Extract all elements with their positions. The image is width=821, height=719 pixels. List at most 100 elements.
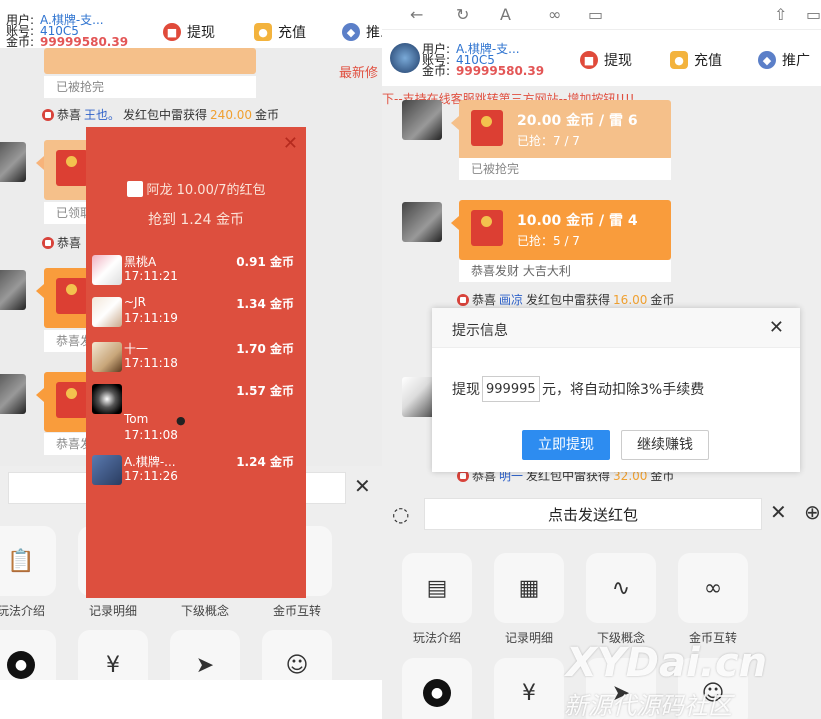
red-envelope-icon bbox=[126, 181, 143, 197]
withdraw-amount-input[interactable] bbox=[482, 376, 540, 402]
person-icon: ◆ bbox=[342, 23, 360, 41]
red-envelope-icon bbox=[471, 110, 503, 146]
rules-button[interactable]: 📋 bbox=[0, 526, 56, 596]
red-packet-detail-modal: ✕ 阿龙 10.00/7的红包 抢到 1.24 金币 黑桃A 17:11:21 … bbox=[86, 127, 306, 598]
records-button[interactable]: ▦ bbox=[494, 553, 564, 623]
promote-button[interactable]: ◆ 推广 bbox=[758, 50, 810, 70]
chat-icon[interactable]: ◌ bbox=[392, 502, 409, 526]
browser-toolbar: ← ↻ A ∞ ▭ ⇧ ▭ bbox=[382, 0, 821, 30]
continue-earning-button[interactable]: 继续赚钱 bbox=[621, 430, 709, 460]
transfer-icon: ∞ bbox=[703, 575, 723, 601]
avatar[interactable] bbox=[0, 374, 26, 414]
user-avatar[interactable] bbox=[390, 43, 420, 73]
send-redpacket-input[interactable]: 点击发送红包 bbox=[424, 498, 762, 530]
header-bar: 用户: A.棋牌-支... 账号: 410C5 金币: 99999580.39 ■ 提现… bbox=[0, 0, 382, 48]
avatar[interactable] bbox=[402, 202, 442, 242]
red-envelope-icon bbox=[471, 210, 503, 246]
close-icon[interactable]: ✕ bbox=[769, 317, 784, 338]
input-bar: ◌ 点击发送红包 ✕ ⊕ bbox=[382, 492, 821, 536]
coins-icon: ● bbox=[254, 23, 272, 41]
records-icon: ▦ bbox=[518, 575, 540, 601]
pulse-icon: ∿ bbox=[611, 575, 631, 601]
withdraw-button[interactable]: ■ 提现 bbox=[163, 22, 215, 42]
system-message: 恭喜 画凉 发红包中雷获得 16.00 金币 bbox=[457, 291, 674, 308]
tools-icon[interactable]: ✕ bbox=[770, 500, 787, 524]
envelope-icon bbox=[42, 236, 54, 249]
header-bar: 用户: A.棋牌-支... 账号: 410C5 金币: 99999580.39 ■ 提现… bbox=[382, 30, 821, 86]
avatar[interactable] bbox=[0, 270, 26, 310]
grab-record-row: 十一 17:11:18 1.70 金币 bbox=[92, 342, 300, 384]
rules-button[interactable]: ▤ bbox=[402, 553, 472, 623]
promote-button[interactable]: ◆推. bbox=[342, 22, 382, 42]
recharge-button[interactable]: ● 充值 bbox=[254, 22, 306, 42]
plus-icon[interactable]: ⊕ bbox=[804, 500, 821, 524]
red-packet[interactable] bbox=[44, 48, 256, 74]
wechat-icon: ● bbox=[423, 679, 451, 707]
red-envelope-icon bbox=[56, 150, 88, 186]
withdraw-icon: ■ bbox=[580, 51, 598, 69]
grab-record-row: A.棋牌-... 17:11:26 1.24 金币 bbox=[92, 455, 300, 497]
grab-record-row: Tom 17:11:08 1.57 金币 ● bbox=[92, 384, 300, 442]
red-envelope-icon bbox=[56, 382, 88, 418]
yuan-icon: ¥ bbox=[106, 652, 120, 678]
red-envelope-icon bbox=[56, 278, 88, 314]
red-packet-footer: 已被抢完 bbox=[44, 76, 256, 98]
red-packet[interactable]: 20.00 金币 / 雷 6 已抢：7 / 7 bbox=[451, 100, 671, 160]
person-icon: ◆ bbox=[758, 51, 776, 69]
wechat-icon: ● bbox=[7, 651, 35, 679]
transfer-button[interactable]: ∞ bbox=[678, 553, 748, 623]
yuan-icon: ¥ bbox=[522, 680, 536, 706]
clipboard-icon: ▤ bbox=[426, 575, 448, 601]
avatar bbox=[92, 297, 122, 327]
dialog-body: 提现 元，将自动扣除3%手续费 bbox=[452, 376, 704, 402]
grab-record-row: 黑桃A 17:11:21 0.91 金币 bbox=[92, 255, 300, 297]
clipboard-icon: 📋 bbox=[7, 548, 35, 574]
avatar bbox=[92, 255, 122, 285]
red-packet[interactable]: 10.00 金币 / 雷 4 已抢：5 / 7 bbox=[451, 200, 671, 260]
avatar[interactable] bbox=[0, 142, 26, 182]
account-info: 用户: A.棋牌-支... 账号: 410C5 金币: 99999580.39 bbox=[6, 13, 129, 49]
smile-icon: ☺ bbox=[285, 652, 309, 678]
yuan-button[interactable]: ¥ bbox=[494, 658, 564, 719]
avatar bbox=[92, 384, 122, 414]
grab-record-row: ~JR 17:11:19 1.34 金币 bbox=[92, 295, 300, 339]
paper-plane-icon: ➤ bbox=[195, 652, 215, 678]
refresh-icon[interactable]: ↻ bbox=[456, 5, 469, 24]
account-info: 用户: A.棋牌-支... 账号: 410C5 金币: 99999580.39 bbox=[422, 42, 545, 78]
wechat-button[interactable]: ● bbox=[402, 658, 472, 719]
system-message: 恭喜 王也。 发红包中雷获得 240.00 金币 bbox=[42, 106, 279, 123]
avatar bbox=[92, 455, 122, 485]
close-icon[interactable]: ✕ bbox=[283, 133, 298, 154]
envelope-icon bbox=[42, 108, 54, 121]
red-packet-footer: 恭喜发财 大吉大利 bbox=[459, 260, 671, 282]
system-message: 恭喜 bbox=[42, 234, 81, 251]
bottom-blank bbox=[0, 680, 382, 719]
share-icon[interactable]: ⇧ bbox=[774, 5, 787, 24]
text-size-icon[interactable]: A bbox=[500, 5, 511, 24]
coins-icon: ● bbox=[670, 51, 688, 69]
menu-icon[interactable]: ▭ bbox=[806, 5, 821, 24]
watermark-text: 新源代源码社区 bbox=[564, 692, 732, 719]
red-packet-title: 阿龙 10.00/7的红包 bbox=[86, 179, 306, 198]
withdraw-now-button[interactable]: 立即提现 bbox=[522, 430, 610, 460]
left-screen: 用户: A.棋牌-支... 账号: 410C5 金币: 99999580.39 ■ 提现… bbox=[0, 0, 382, 719]
back-icon[interactable]: ← bbox=[410, 5, 423, 24]
dialog-title: 提示信息 bbox=[452, 323, 508, 339]
recharge-button[interactable]: ● 充值 bbox=[670, 50, 722, 70]
bookmark-icon[interactable]: ▭ bbox=[588, 5, 603, 24]
link-icon[interactable]: ∞ bbox=[548, 5, 561, 24]
withdraw-icon: ■ bbox=[163, 23, 181, 41]
marquee-text: 最新修 bbox=[339, 66, 379, 81]
tools-icon[interactable]: ✕ bbox=[354, 474, 371, 498]
right-screen: ← ↻ A ∞ ▭ ⇧ ▭ 用户: A.棋牌-支... 账号: 410C5 金币: 9… bbox=[382, 0, 821, 719]
bomb-icon: ● bbox=[176, 414, 186, 427]
withdraw-button[interactable]: ■ 提现 bbox=[580, 50, 632, 70]
watermark-logo: XYDai.cn bbox=[566, 640, 768, 686]
avatar[interactable] bbox=[402, 100, 442, 140]
envelope-icon bbox=[457, 293, 469, 306]
avatar bbox=[92, 342, 122, 372]
concept-button[interactable]: ∿ bbox=[586, 553, 656, 623]
received-amount: 抢到 1.24 金币 bbox=[147, 212, 245, 228]
red-packet-footer: 已被抢完 bbox=[459, 158, 671, 180]
withdraw-dialog: 提示信息 ✕ 提现 元，将自动扣除3%手续费 立即提现 继续赚钱 bbox=[432, 308, 800, 472]
